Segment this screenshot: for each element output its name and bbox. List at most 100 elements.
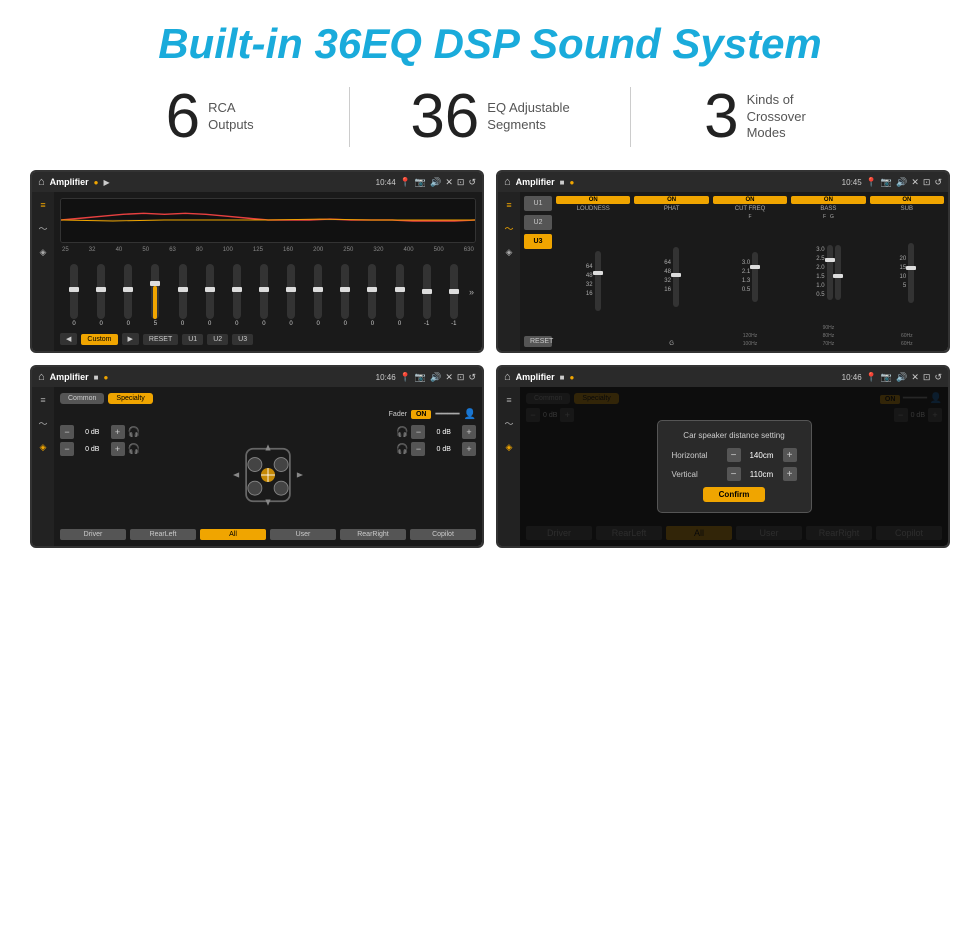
vertical-minus[interactable]: − [727,467,741,481]
vertical-val: 110cm [744,470,780,479]
vol-plus-fr[interactable]: + [462,425,476,439]
fader-toggle[interactable]: ON [411,410,432,419]
rearright-btn[interactable]: RearRight [340,529,406,540]
channel-phat: ON PHAT 64 48 32 16 [634,196,708,347]
next-btn[interactable]: ▶ [122,333,139,345]
close-icon-fader[interactable]: ✕ [445,372,453,383]
slider-col-14: -1 [415,264,439,327]
stat-eq-number: 36 [410,86,479,148]
u1-btn-crossover[interactable]: U1 [524,196,552,211]
speaker-icon-fader[interactable]: ◈ [40,442,47,453]
custom-btn[interactable]: Custom [81,334,117,345]
cutfreq-slider[interactable] [752,252,758,302]
vol-minus-fr[interactable]: − [411,425,425,439]
copilot-btn[interactable]: Copilot [410,529,476,540]
eq-icon-crossover[interactable]: ≡ [506,200,511,210]
u2-btn-eq[interactable]: U2 [207,334,228,345]
horizontal-ctrl: − 140cm + [727,448,797,462]
phat-vals: 64 48 32 16 [664,260,671,293]
vol-row-fl: − 0 dB + 🎧 [60,425,140,439]
u2-btn-crossover[interactable]: U2 [524,215,552,230]
slider-col-2: 0 [89,264,113,327]
reset-btn-crossover[interactable]: RESET [524,336,552,347]
vol-row-rr: 🎧 − 0 dB + [396,442,476,456]
bass-slider2[interactable] [835,245,841,300]
vol-minus-fl[interactable]: − [60,425,74,439]
prev-btn[interactable]: ◀ [60,333,77,345]
phat-slider[interactable] [673,247,679,307]
home-icon-fader[interactable]: ⌂ [38,371,45,383]
home-icon-crossover[interactable]: ⌂ [504,176,511,188]
stat-rca-number: 6 [166,86,200,148]
vol-minus-rl[interactable]: − [60,442,74,456]
close-icon-distance[interactable]: ✕ [911,372,919,383]
vertical-plus[interactable]: + [783,467,797,481]
back-icon-crossover[interactable]: ↺ [934,177,942,188]
cutfreq-on[interactable]: ON [713,196,787,204]
fader-right-vols: 🎧 − 0 dB + 🎧 − 0 dB + [396,425,476,524]
slider-col-6: 0 [198,264,222,327]
sub-on[interactable]: ON [870,196,944,204]
dot-icon-distance: ■ [560,373,565,382]
bass-slider1[interactable] [827,245,833,300]
wave-icon-crossover[interactable]: 〜 [504,222,513,235]
common-tab-fader[interactable]: Common [60,393,104,404]
window-icon-distance: ⊡ [923,372,931,383]
home-icon-distance[interactable]: ⌂ [504,371,511,383]
person-icon-fader: 👤 [464,409,476,420]
bass-on[interactable]: ON [791,196,865,204]
crossover-main: U1 U2 U3 RESET ON LOUDNESS [520,192,948,351]
home-icon-eq[interactable]: ⌂ [38,176,45,188]
vol-plus-rl[interactable]: + [111,442,125,456]
eq-icon-distance[interactable]: ≡ [506,395,511,405]
bass-fg: FG [823,214,834,220]
reset-btn-eq[interactable]: RESET [143,334,178,345]
vertical-ctrl: − 110cm + [727,467,797,481]
camera-icon-distance: 📷 [881,372,892,383]
u3-btn-crossover[interactable]: U3 [524,234,552,249]
loudness-slider[interactable] [595,251,601,311]
rearleft-btn[interactable]: RearLeft [130,529,196,540]
close-icon-eq[interactable]: ✕ [445,177,453,188]
horizontal-minus[interactable]: − [727,448,741,462]
vol-plus-fl[interactable]: + [111,425,125,439]
eq-icon-fader[interactable]: ≡ [40,395,45,405]
vol-plus-rr[interactable]: + [462,442,476,456]
speaker-icon-crossover[interactable]: ◈ [506,247,513,258]
eq-icon[interactable]: ≡ [40,200,45,210]
vol-minus-rr[interactable]: − [411,442,425,456]
u1-btn-eq[interactable]: U1 [182,334,203,345]
more-icon[interactable]: » [469,287,474,297]
driver-btn[interactable]: Driver [60,529,126,540]
speaker-rr-icon: 🎧 [396,444,408,455]
eq-graph [60,198,476,243]
vol-val-rr: 0 dB [428,446,459,453]
back-icon-distance[interactable]: ↺ [934,372,942,383]
volume-icon-fader: 🔊 [430,372,441,383]
back-icon-eq[interactable]: ↺ [468,177,476,188]
slider-col-1: 0 [62,264,86,327]
loudness-on[interactable]: ON [556,196,630,204]
back-icon-fader[interactable]: ↺ [468,372,476,383]
u3-btn-eq[interactable]: U3 [232,334,253,345]
phat-on[interactable]: ON [634,196,708,204]
eq-freq-labels: 25 32 40 50 63 80 100 125 160 200 250 32… [60,247,476,253]
all-btn[interactable]: All [200,529,266,540]
camera-icon-eq: 📷 [415,177,426,188]
channel-cutfreq: ON CUT FREQ F 3.0 2.1 1.3 0.5 [713,196,787,347]
horizontal-plus[interactable]: + [783,448,797,462]
u-buttons: U1 U2 U3 RESET [524,196,552,347]
user-btn[interactable]: User [270,529,336,540]
slider-col-5: 0 [171,264,195,327]
stat-crossover-label: Kinds of Crossover Modes [747,92,837,143]
speaker-icon[interactable]: ◈ [40,247,47,258]
specialty-tab-fader[interactable]: Specialty [108,393,152,404]
fader-slider-bar[interactable]: ━━━━ [435,409,459,420]
wave-icon[interactable]: 〜 [38,222,47,235]
close-icon-crossover[interactable]: ✕ [911,177,919,188]
wave-icon-fader[interactable]: 〜 [38,417,47,430]
wave-icon-distance[interactable]: 〜 [504,417,513,430]
confirm-button[interactable]: Confirm [703,487,766,502]
sub-slider[interactable] [908,243,914,303]
speaker-icon-distance[interactable]: ◈ [506,442,513,453]
